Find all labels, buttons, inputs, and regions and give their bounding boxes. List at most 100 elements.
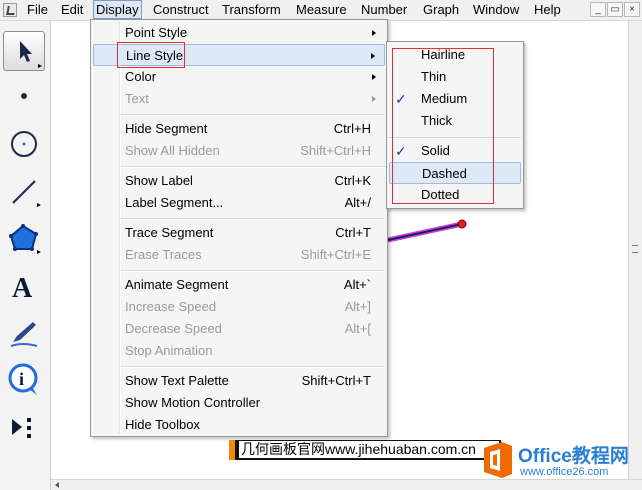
segment-endpoint [457,219,467,229]
menu-separator [121,218,385,220]
annotation-box-line-style [117,42,185,68]
information-tool[interactable]: i [3,359,45,399]
menu-item-label: Point Style [125,25,188,40]
marker-icon [10,322,38,347]
compass-tool[interactable] [3,124,45,164]
menu-item-shortcut: Ctrl+H [333,121,371,136]
menu-item-erase-traces: Erase Traces Shift+Ctrl+E [93,244,385,266]
text-tool[interactable]: A [3,267,45,307]
site-banner-text: 几何画板官网www.jihehuaban.com.cn [239,441,499,458]
marker-tool[interactable] [3,312,45,352]
menu-item-shortcut: Shift+Ctrl+T [301,373,371,388]
menu-item-shortcut: Alt+/ [344,195,371,210]
menu-item-color[interactable]: Color [93,66,385,88]
straightedge-icon [12,180,41,207]
compass-icon [11,131,37,157]
menu-item-label: Hide Toolbox [125,417,200,432]
menu-item-trace-segment[interactable]: Trace Segment Ctrl+T [93,222,385,244]
menu-item-label: Text [125,91,149,106]
submenu-arrow-icon [372,30,376,36]
menu-item-show-text-palette[interactable]: Show Text Palette Shift+Ctrl+T [93,370,385,392]
menu-display[interactable]: Display [93,0,142,19]
app-icon[interactable] [3,3,17,17]
menu-item-shortcut: Alt+] [344,299,371,314]
segment [387,223,463,241]
arrow-tool[interactable] [3,31,45,71]
submenu-arrow-icon [372,74,376,80]
annotation-box-line-options [392,48,494,204]
menu-item-label-segment[interactable]: Label Segment... Alt+/ [93,192,385,214]
menu-separator [121,366,385,368]
menu-item-label: Animate Segment [125,277,229,292]
vertical-scrollbar[interactable] [628,21,642,479]
straightedge-tool[interactable] [3,171,45,211]
menu-item-label: Erase Traces [125,247,202,262]
menu-item-increase-speed: Increase Speed Alt+] [93,296,385,318]
submenu-arrow-icon [372,96,376,102]
menu-item-label: Color [125,69,157,84]
menu-item-label: Stop Animation [125,343,213,358]
brand-url: www.office26.com [520,466,609,478]
menu-bar: File Edit Display Construct Transform Me… [0,0,642,21]
text-tool-glyph: A [12,273,33,304]
menu-construct[interactable]: Construct [153,0,209,20]
menu-item-label: Show All Hidden [125,143,220,158]
point-tool[interactable] [3,76,45,116]
menu-item-label: Decrease Speed [125,321,222,336]
menu-item-label: Show Text Palette [125,373,229,388]
menu-item-shortcut: Alt+[ [344,321,371,336]
menu-number[interactable]: Number [361,0,407,20]
menu-item-shortcut: Shift+Ctrl+E [300,247,371,262]
menu-item-show-motion-controller[interactable]: Show Motion Controller [93,392,385,414]
office-logo-icon [484,442,512,478]
arrow-icon [20,41,42,68]
custom-tool[interactable] [3,407,45,447]
menu-item-show-all-hidden: Show All Hidden Shift+Ctrl+H [93,140,385,162]
menu-item-shortcut: Alt+` [343,277,371,292]
menu-help[interactable]: Help [534,0,561,20]
scroll-left-icon[interactable] [55,482,59,488]
menu-item-animate-segment[interactable]: Animate Segment Alt+` [93,274,385,296]
site-banner-watermark: 几何画板官网www.jihehuaban.com.cn [229,440,501,460]
menu-measure[interactable]: Measure [296,0,347,20]
menu-edit[interactable]: Edit [61,0,83,20]
display-menu: Point Style Line Style Color Text Hide S… [90,19,388,437]
close-button[interactable]: × [624,2,640,17]
menu-item-label: Label Segment... [125,195,224,210]
menu-transform[interactable]: Transform [222,0,281,20]
information-icon: i [8,363,38,395]
menu-item-stop-animation: Stop Animation [93,340,385,362]
scroll-grip-icon [632,245,638,253]
point-icon [21,93,27,99]
menu-item-decrease-speed: Decrease Speed Alt+[ [93,318,385,340]
menu-item-text: Text [93,88,385,110]
menu-item-hide-segment[interactable]: Hide Segment Ctrl+H [93,118,385,140]
polygon-icon [9,224,41,254]
menu-item-shortcut: Ctrl+K [334,173,371,188]
menu-graph[interactable]: Graph [423,0,459,20]
custom-tool-icon [12,418,31,438]
menu-item-label: Increase Speed [125,299,217,314]
menu-item-point-style[interactable]: Point Style [93,22,385,44]
menu-separator [121,166,385,168]
toolbox: A i [0,21,51,490]
menu-separator [121,270,385,272]
menu-item-label: Hide Segment [125,121,208,136]
menu-window[interactable]: Window [473,0,519,20]
restore-button[interactable]: ▭ [607,2,623,17]
menu-item-show-label[interactable]: Show Label Ctrl+K [93,170,385,192]
brand-watermark: Office教程网 www.office26.com [480,438,640,484]
menu-item-label: Trace Segment [125,225,214,240]
menu-item-hide-toolbox[interactable]: Hide Toolbox [93,414,385,436]
minimize-button[interactable]: _ [590,2,606,17]
menu-separator [121,114,385,116]
submenu-arrow-icon [371,53,375,59]
menu-item-label: Show Motion Controller [125,395,261,410]
menu-item-shortcut: Ctrl+T [335,225,371,240]
polygon-tool[interactable] [3,218,45,258]
text-icon: A [12,273,33,304]
brand-name: Office教程网 [518,446,629,467]
menu-item-shortcut: Shift+Ctrl+H [300,143,371,158]
menu-file[interactable]: File [27,0,48,20]
menu-item-label: Show Label [125,173,193,188]
